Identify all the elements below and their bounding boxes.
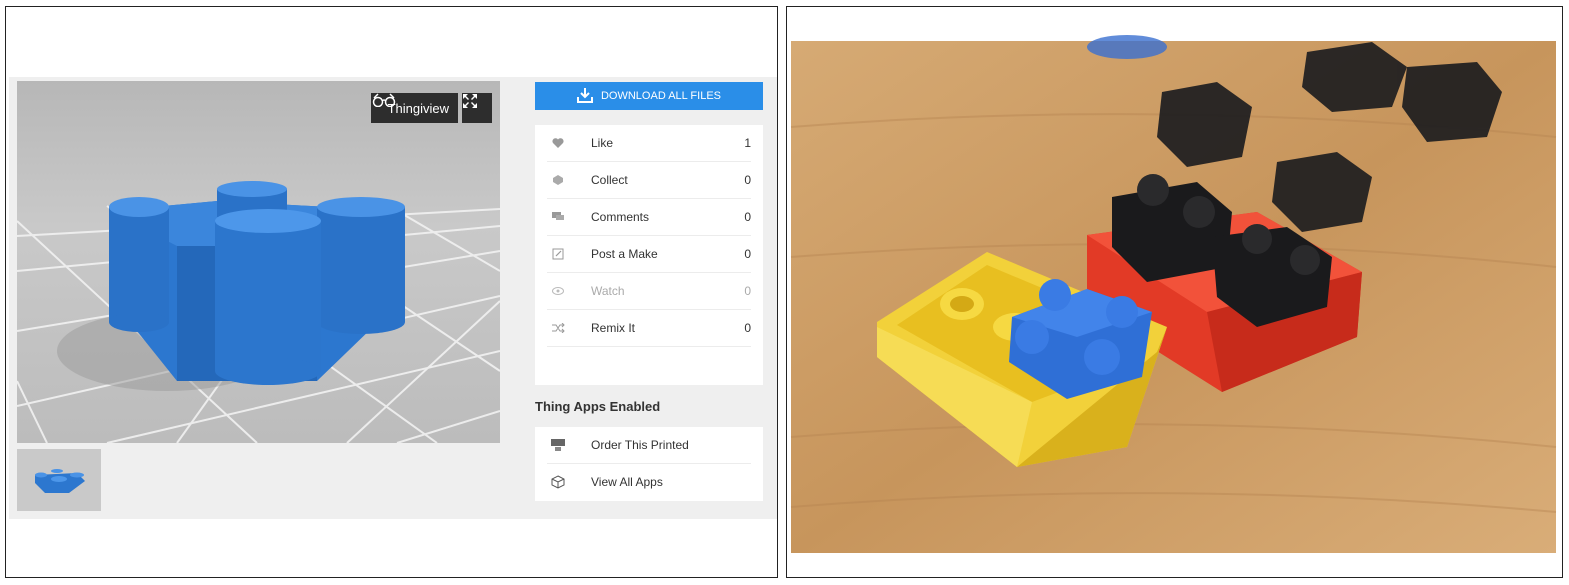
printer-icon xyxy=(547,439,569,451)
watch-action[interactable]: Watch 0 xyxy=(547,273,751,310)
like-label: Like xyxy=(591,136,614,150)
watch-label: Watch xyxy=(591,284,625,298)
post-make-icon xyxy=(547,248,569,260)
model-render xyxy=(17,181,500,443)
thing-apps-title: Thing Apps Enabled xyxy=(535,399,661,414)
collect-label: Collect xyxy=(591,173,628,187)
printed-bricks-photo-panel xyxy=(786,6,1563,578)
order-this-printed-app[interactable]: Order This Printed xyxy=(547,427,751,464)
remix-it-count: 0 xyxy=(744,321,751,335)
thingiview-label: Thingiview xyxy=(387,100,449,116)
3d-model-viewer[interactable]: Thingiview xyxy=(17,81,500,443)
thing-page: Thingiview DOWNLOAD ALL FILES Like 1 Col… xyxy=(9,77,777,519)
download-icon xyxy=(576,87,593,106)
collect-action[interactable]: Collect 0 xyxy=(547,162,751,199)
eye-icon xyxy=(547,287,569,295)
like-action[interactable]: Like 1 xyxy=(547,125,751,162)
download-label: DOWNLOAD ALL FILES xyxy=(600,90,722,102)
order-this-printed-label: Order This Printed xyxy=(591,438,689,452)
remix-it-label: Remix It xyxy=(591,321,636,335)
fullscreen-button[interactable] xyxy=(462,93,492,123)
thing-actions-list: Like 1 Collect 0 Comments 0 Post a Make … xyxy=(535,125,763,385)
post-a-make-count: 0 xyxy=(744,247,751,261)
watch-count: 0 xyxy=(744,284,751,298)
cube-icon xyxy=(547,475,569,489)
comments-count: 0 xyxy=(744,210,751,224)
printed-bricks-photo xyxy=(790,35,1557,553)
comments-icon xyxy=(547,212,569,222)
comments-label: Comments xyxy=(591,210,650,224)
view-all-apps-label: View All Apps xyxy=(591,475,663,489)
model-thumbnail[interactable] xyxy=(17,449,101,511)
heart-icon xyxy=(547,137,569,149)
remix-icon xyxy=(547,323,569,333)
comments-action[interactable]: Comments 0 xyxy=(547,199,751,236)
view-all-apps-link[interactable]: View All Apps xyxy=(547,464,751,500)
download-all-files-button[interactable]: DOWNLOAD ALL FILES xyxy=(535,82,763,110)
thingiverse-screenshot-panel: Thingiview DOWNLOAD ALL FILES Like 1 Col… xyxy=(5,6,778,578)
post-a-make-label: Post a Make xyxy=(591,247,658,261)
remix-it-action[interactable]: Remix It 0 xyxy=(547,310,751,347)
like-count: 1 xyxy=(744,136,751,150)
collect-icon xyxy=(547,175,569,185)
post-a-make-action[interactable]: Post a Make 0 xyxy=(547,236,751,273)
thingiview-button[interactable]: Thingiview xyxy=(370,93,458,123)
thing-apps-list: Order This Printed View All Apps xyxy=(535,427,763,501)
collect-count: 0 xyxy=(744,173,751,187)
